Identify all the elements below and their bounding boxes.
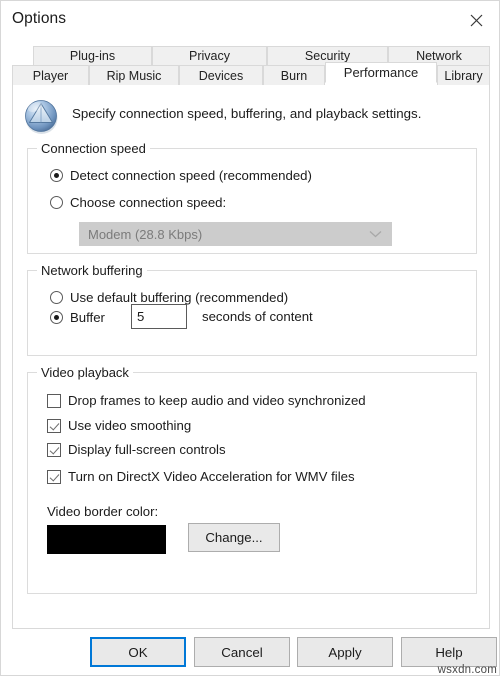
network-buffering-group: Network buffering Use default buffering … [27, 263, 477, 356]
radio-indicator [50, 311, 63, 324]
checkbox-indicator [47, 418, 61, 433]
watermark: wsxdn.com [437, 664, 497, 676]
tab-library[interactable]: Library [437, 65, 490, 86]
tab-performance[interactable]: Performance [325, 62, 437, 83]
tab-plug-ins[interactable]: Plug-ins [33, 46, 152, 66]
tab-row-bottom: Player Rip Music Devices Burn Performanc… [12, 62, 490, 86]
video-playback-group-title: Video playback [37, 365, 133, 380]
checkbox-indicator [47, 442, 61, 457]
tab-label: Player [32, 68, 69, 83]
tab-label: Security [304, 49, 351, 63]
connection-speed-group-title: Connection speed [37, 141, 150, 156]
change-color-button[interactable]: Change... [188, 523, 280, 552]
tab-label: Performance [343, 65, 419, 80]
tab-burn[interactable]: Burn [263, 65, 325, 86]
apply-button[interactable]: Apply [297, 637, 393, 667]
tab-label: Library [444, 68, 483, 83]
close-icon[interactable] [459, 5, 493, 35]
radio-choose-connection-speed[interactable]: Choose connection speed: [50, 195, 226, 210]
tab-label: Rip Music [106, 68, 162, 83]
options-dialog: Options Plug-ins Privacy Security Networ… [0, 0, 500, 676]
checkbox-label: Use video smoothing [68, 418, 192, 433]
radio-indicator [50, 196, 63, 209]
radio-detect-connection-speed[interactable]: Detect connection speed (recommended) [50, 168, 312, 183]
cancel-button[interactable]: Cancel [194, 637, 290, 667]
checkbox-display-fullscreen-controls[interactable]: Display full-screen controls [47, 442, 226, 457]
radio-use-default-buffering[interactable]: Use default buffering (recommended) [50, 290, 288, 305]
media-player-globe-icon [22, 96, 64, 138]
connection-speed-group: Connection speed Detect connection speed… [27, 141, 477, 254]
tab-label: Privacy [189, 49, 230, 63]
checkbox-drop-frames[interactable]: Drop frames to keep audio and video sync… [47, 393, 366, 408]
performance-tab-panel: Specify connection speed, buffering, and… [12, 85, 490, 629]
title-bar: Options [1, 1, 499, 40]
panel-description: Specify connection speed, buffering, and… [72, 106, 422, 121]
tab-label: Burn [280, 68, 308, 83]
tab-strip: Plug-ins Privacy Security Network Player… [12, 46, 490, 86]
checkbox-use-video-smoothing[interactable]: Use video smoothing [47, 418, 191, 433]
video-playback-group: Video playback Drop frames to keep audio… [27, 365, 477, 594]
tab-rip-music[interactable]: Rip Music [89, 65, 179, 86]
radio-label: Use default buffering (recommended) [70, 290, 289, 305]
tab-label: Plug-ins [69, 49, 116, 63]
checkbox-label: Turn on DirectX Video Acceleration for W… [68, 469, 355, 484]
tab-player[interactable]: Player [12, 65, 89, 86]
radio-buffer-seconds[interactable]: Buffer [50, 310, 105, 325]
network-buffering-group-title: Network buffering [37, 263, 147, 278]
tab-label: Devices [198, 68, 244, 83]
video-border-color-label: Video border color: [47, 504, 159, 519]
help-button[interactable]: Help [401, 637, 497, 667]
checkbox-indicator [47, 469, 61, 484]
chevron-down-icon [369, 230, 382, 238]
connection-speed-select[interactable]: Modem (28.8 Kbps) [79, 222, 392, 246]
checkbox-indicator [47, 393, 61, 408]
radio-label: Detect connection speed (recommended) [70, 168, 312, 183]
connection-speed-select-value: Modem (28.8 Kbps) [88, 226, 203, 242]
tab-privacy[interactable]: Privacy [152, 46, 267, 66]
window-title: Options [12, 10, 67, 27]
radio-indicator [50, 291, 63, 304]
radio-label: Buffer [70, 310, 105, 325]
radio-indicator [50, 169, 63, 182]
buffer-seconds-suffix: seconds of content [202, 309, 313, 324]
video-border-color-swatch[interactable] [47, 525, 166, 554]
dialog-button-bar: OK Cancel Apply Help wsxdn.com [1, 637, 499, 676]
ok-button[interactable]: OK [90, 637, 186, 667]
buffer-seconds-value: 5 [137, 309, 145, 324]
buffer-seconds-input[interactable]: 5 [131, 304, 187, 329]
checkbox-label: Display full-screen controls [68, 442, 226, 457]
tab-label: Network [416, 49, 462, 63]
radio-label: Choose connection speed: [70, 195, 227, 210]
tab-devices[interactable]: Devices [179, 65, 263, 86]
checkbox-directx-video-acceleration[interactable]: Turn on DirectX Video Acceleration for W… [47, 469, 355, 484]
checkbox-label: Drop frames to keep audio and video sync… [68, 393, 366, 408]
